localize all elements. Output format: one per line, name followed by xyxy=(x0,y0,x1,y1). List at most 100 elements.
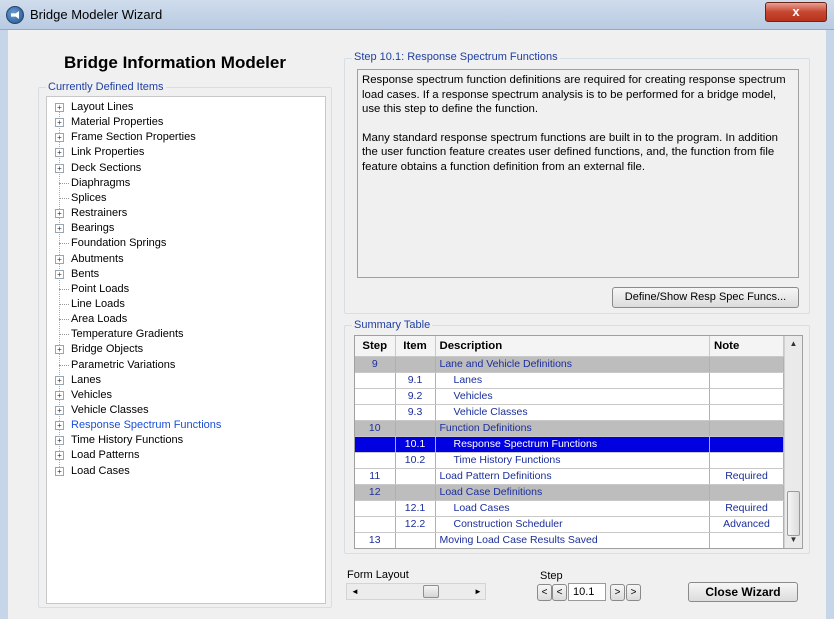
row-description: Time History Functions xyxy=(435,452,710,469)
expand-plus-icon[interactable]: + xyxy=(55,436,64,446)
row-note: Advanced xyxy=(709,516,784,533)
scroll-left-icon[interactable]: ◄ xyxy=(348,584,362,599)
row-note xyxy=(709,388,784,405)
row-step xyxy=(355,388,396,405)
table-row[interactable]: 12 Load Case Definitions xyxy=(355,484,784,501)
expand-plus-icon[interactable]: + xyxy=(55,451,64,461)
table-row[interactable]: 12.1 Load Cases Required xyxy=(355,500,784,517)
tree-item-label: Point Loads xyxy=(71,282,130,295)
expand-plus-icon[interactable]: + xyxy=(55,103,64,112)
app-icon xyxy=(6,6,24,24)
row-description: Function Definitions xyxy=(435,420,710,437)
row-note xyxy=(709,484,784,501)
summary-label: Summary Table xyxy=(352,319,433,331)
expand-plus-icon[interactable]: + xyxy=(55,466,64,476)
row-step xyxy=(355,500,396,517)
row-item xyxy=(395,468,436,485)
table-row[interactable]: 9.2 Vehicles xyxy=(355,388,784,405)
expand-plus-icon[interactable]: + xyxy=(55,421,64,431)
expand-plus-icon[interactable]: + xyxy=(55,163,64,173)
row-description: Moving Load Case Results Saved xyxy=(435,532,710,548)
row-item: 10.1 xyxy=(395,436,436,453)
summary-vertical-scrollbar[interactable]: ▲ ▼ xyxy=(784,336,802,548)
tree-connector xyxy=(59,182,69,184)
scroll-up-icon[interactable]: ▲ xyxy=(785,336,802,352)
tree-item-label: Area Loads xyxy=(71,313,128,326)
tree-item-label: Vehicles xyxy=(71,388,112,401)
step-description: Response spectrum function definitions a… xyxy=(357,69,799,278)
row-note xyxy=(709,436,784,453)
expand-plus-icon[interactable]: + xyxy=(55,390,64,400)
table-row[interactable]: 12.2 Construction Scheduler Advanced xyxy=(355,516,784,533)
expand-plus-icon[interactable]: + xyxy=(55,269,64,279)
row-item: 9.3 xyxy=(395,404,436,421)
page-title: Bridge Information Modeler xyxy=(64,53,286,72)
row-step xyxy=(355,516,396,533)
tree-item-label: Bearings xyxy=(71,222,115,235)
row-step: 13 xyxy=(355,532,396,548)
expand-plus-icon[interactable]: + xyxy=(55,345,64,355)
row-step xyxy=(355,404,396,421)
table-row[interactable]: 10.2 Time History Functions xyxy=(355,452,784,469)
first-step-button[interactable]: < xyxy=(537,584,552,601)
row-note: Required xyxy=(709,500,784,517)
slider-thumb[interactable] xyxy=(423,585,439,598)
expand-plus-icon[interactable]: + xyxy=(55,406,64,415)
tree-item-label: Splices xyxy=(71,191,107,204)
step-number-input[interactable] xyxy=(568,583,606,601)
summary-table-wrap: Step Item Description Note 9 Lane and Veh… xyxy=(354,335,803,549)
row-step: 12 xyxy=(355,484,396,501)
row-step: 9 xyxy=(355,356,396,373)
row-description: Load Pattern Definitions xyxy=(435,468,710,485)
table-row[interactable]: 9 Lane and Vehicle Definitions xyxy=(355,356,784,373)
row-step xyxy=(355,452,396,469)
table-row[interactable]: 9.1 Lanes xyxy=(355,372,784,389)
step-label: Step xyxy=(540,570,563,582)
expand-plus-icon[interactable]: + xyxy=(55,254,64,264)
row-description: Lane and Vehicle Definitions xyxy=(435,356,710,373)
expand-plus-icon[interactable]: + xyxy=(55,133,64,143)
expand-plus-icon[interactable]: + xyxy=(55,148,64,158)
tree-item-label: Response Spectrum Functions xyxy=(71,419,222,432)
tree-item-label: Vehicle Classes xyxy=(71,404,149,416)
prev-step-button[interactable]: < xyxy=(552,584,567,601)
table-row[interactable]: 9.3 Vehicle Classes xyxy=(355,404,784,421)
step-description-para1: Response spectrum function definitions a… xyxy=(362,74,786,116)
tree-connector xyxy=(59,243,69,245)
tree-item-label: Load Cases xyxy=(71,464,130,477)
row-item: 12.1 xyxy=(395,500,436,517)
row-step: 11 xyxy=(355,468,396,485)
define-resp-spec-button[interactable]: Define/Show Resp Spec Funcs... xyxy=(612,287,799,308)
expand-plus-icon[interactable]: + xyxy=(55,375,64,385)
table-row[interactable]: 13 Moving Load Case Results Saved xyxy=(355,532,784,548)
row-note xyxy=(709,452,784,469)
row-item: 9.1 xyxy=(395,372,436,389)
expand-plus-icon[interactable]: + xyxy=(55,209,64,219)
row-note xyxy=(709,372,784,389)
expand-plus-icon[interactable]: + xyxy=(55,118,64,128)
header-item: Item xyxy=(395,336,436,357)
row-item xyxy=(395,420,436,437)
scroll-down-icon[interactable]: ▼ xyxy=(785,532,802,548)
next-step-button[interactable]: > xyxy=(610,584,625,601)
table-row[interactable]: 10.1 Response Spectrum Functions xyxy=(355,436,784,453)
form-layout-slider[interactable]: ◄ ► xyxy=(346,583,486,600)
title-bar: Bridge Modeler Wizard x xyxy=(0,0,834,30)
scroll-right-icon[interactable]: ► xyxy=(471,584,485,599)
last-step-button[interactable]: > xyxy=(626,584,641,601)
tree-item-label: Link Properties xyxy=(71,146,145,159)
row-description: Vehicles xyxy=(435,388,710,405)
window-close-button[interactable]: x xyxy=(765,2,827,22)
table-row[interactable]: 11 Load Pattern Definitions Required xyxy=(355,468,784,485)
expand-plus-icon[interactable]: + xyxy=(55,224,64,234)
table-row[interactable]: 10 Function Definitions xyxy=(355,420,784,437)
header-description: Description xyxy=(435,336,710,357)
close-wizard-button[interactable]: Close Wizard xyxy=(688,582,798,602)
tree-item-label: Deck Sections xyxy=(71,161,142,174)
tree-item-label: Diaphragms xyxy=(71,176,131,189)
tree-item-label: Frame Section Properties xyxy=(71,131,196,144)
tree-item-label: Time History Functions xyxy=(71,434,184,447)
tree-item-label: Material Properties xyxy=(71,116,164,129)
defined-items-tree[interactable]: + Layout Lines + Material Properties + Frame … xyxy=(46,96,326,604)
scroll-thumb[interactable] xyxy=(787,491,800,536)
